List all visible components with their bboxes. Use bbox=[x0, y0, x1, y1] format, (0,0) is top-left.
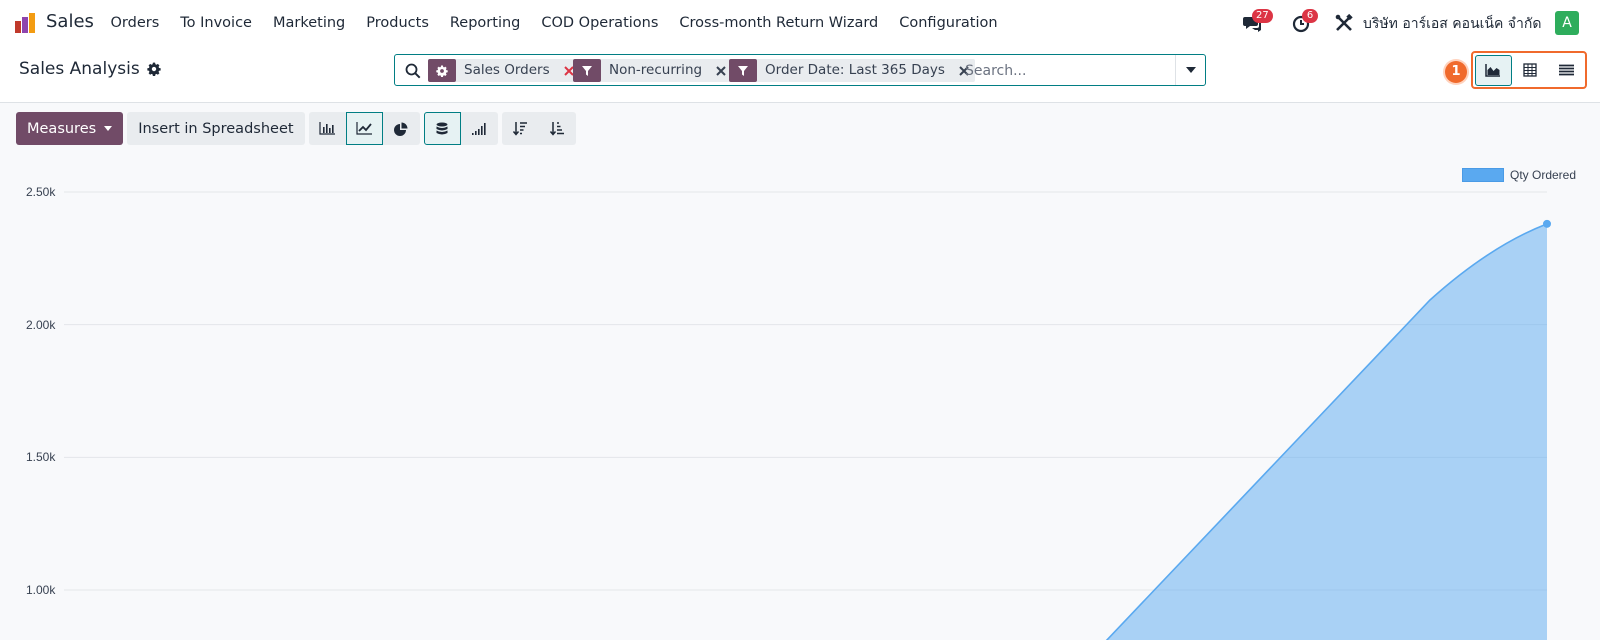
chart-type-group bbox=[308, 112, 420, 145]
facet-label: Sales Orders bbox=[464, 62, 550, 78]
database-icon bbox=[436, 122, 448, 134]
pivot-view-button[interactable] bbox=[1512, 55, 1549, 86]
menu-cod-operations[interactable]: COD Operations bbox=[531, 15, 669, 31]
activities-count-badge: 6 bbox=[1302, 9, 1318, 23]
facet-non-recurring: Non-recurring bbox=[573, 59, 733, 82]
caret-down-icon bbox=[1185, 67, 1196, 73]
qty-ordered-area bbox=[1084, 223, 1547, 640]
menu-products[interactable]: Products bbox=[356, 15, 440, 31]
page-title: Sales Analysis bbox=[19, 59, 140, 79]
menu-cross-month-return-wizard[interactable]: Cross-month Return Wizard bbox=[669, 15, 889, 31]
bar-chart-icon bbox=[319, 122, 336, 135]
messages-count-badge: 27 bbox=[1252, 9, 1273, 23]
search-options-toggle[interactable] bbox=[1175, 55, 1205, 85]
legend-label: Qty Ordered bbox=[1510, 168, 1577, 182]
sort-descending-icon bbox=[512, 122, 527, 136]
sort-ascending-button[interactable] bbox=[538, 112, 576, 145]
sort-ascending-icon bbox=[549, 122, 564, 136]
line-chart-icon bbox=[356, 122, 373, 135]
gear-icon[interactable] bbox=[147, 62, 161, 76]
line-chart-button[interactable] bbox=[345, 112, 383, 145]
chart-legend[interactable]: Qty Ordered bbox=[1462, 168, 1576, 182]
search-bar[interactable]: Sales Orders Non-recurring Order Date: L… bbox=[394, 54, 1206, 86]
debug-tools-button[interactable] bbox=[1334, 13, 1354, 33]
sort-descending-button[interactable] bbox=[501, 112, 539, 145]
graph-toolbar: Measures Insert in Spreadsheet bbox=[16, 112, 576, 145]
top-navbar: Sales Orders To Invoice Marketing Produc… bbox=[0, 0, 1600, 45]
filter-icon bbox=[573, 59, 601, 82]
insert-in-spreadsheet-button[interactable]: Insert in Spreadsheet bbox=[127, 112, 305, 145]
y-tick-label: 1.50k bbox=[26, 450, 56, 465]
pie-chart-button[interactable] bbox=[382, 112, 420, 145]
sort-group bbox=[501, 112, 576, 145]
search-input[interactable] bbox=[965, 59, 1165, 83]
step-badge: 1 bbox=[1445, 61, 1467, 83]
menu-reporting[interactable]: Reporting bbox=[439, 15, 531, 31]
legend-swatch bbox=[1462, 168, 1504, 182]
menu-to-invoice[interactable]: To Invoice bbox=[170, 15, 263, 31]
breadcrumb: Sales Analysis bbox=[19, 59, 161, 79]
stacked-button[interactable] bbox=[423, 112, 461, 145]
y-tick-label: 2.00k bbox=[26, 317, 56, 332]
sales-app-icon[interactable] bbox=[14, 12, 36, 34]
user-avatar[interactable]: A bbox=[1555, 11, 1579, 35]
facet-label: Order Date: Last 365 Days bbox=[765, 62, 945, 78]
area-chart-icon bbox=[1485, 64, 1501, 77]
messages-button[interactable]: 27 bbox=[1242, 9, 1273, 33]
main-menu: Orders To Invoice Marketing Products Rep… bbox=[100, 0, 1008, 45]
company-switcher[interactable]: บริษัท อาร์เอส คอนเน็ค จำกัด bbox=[1363, 13, 1541, 35]
gear-icon bbox=[428, 59, 456, 82]
menu-marketing[interactable]: Marketing bbox=[262, 15, 355, 31]
pie-chart-icon bbox=[394, 122, 408, 136]
table-icon bbox=[1523, 63, 1537, 77]
caret-down-icon bbox=[104, 126, 113, 131]
tools-icon bbox=[1335, 13, 1353, 31]
signal-icon bbox=[472, 122, 486, 135]
facet-sales-orders: Sales Orders bbox=[428, 59, 580, 82]
facet-label: Non-recurring bbox=[609, 62, 703, 78]
graph-view-button[interactable] bbox=[1475, 54, 1512, 86]
measures-label: Measures bbox=[27, 120, 97, 137]
qty-ordered-line bbox=[1105, 223, 1548, 640]
control-panel: Sales Analysis Sales Orders Non-recurrin… bbox=[0, 45, 1600, 103]
menu-configuration[interactable]: Configuration bbox=[889, 15, 1008, 31]
stack-group bbox=[423, 112, 498, 145]
close-icon bbox=[716, 65, 726, 76]
menu-orders[interactable]: Orders bbox=[100, 15, 170, 31]
y-tick-label: 1.00k bbox=[26, 583, 56, 597]
bar-chart-button[interactable] bbox=[308, 112, 346, 145]
app-name[interactable]: Sales bbox=[46, 11, 94, 32]
qty-ordered-point[interactable] bbox=[1543, 219, 1551, 228]
activities-button[interactable]: 6 bbox=[1292, 9, 1318, 33]
y-tick-label: 2.50k bbox=[26, 185, 56, 199]
search-icon bbox=[405, 63, 421, 79]
facet-order-date: Order Date: Last 365 Days bbox=[729, 59, 975, 82]
cumulative-button[interactable] bbox=[460, 112, 498, 145]
list-icon bbox=[1559, 64, 1575, 76]
filter-icon bbox=[729, 59, 757, 82]
list-view-button[interactable] bbox=[1548, 55, 1585, 86]
view-switcher bbox=[1471, 51, 1587, 89]
measures-button[interactable]: Measures bbox=[16, 112, 124, 145]
